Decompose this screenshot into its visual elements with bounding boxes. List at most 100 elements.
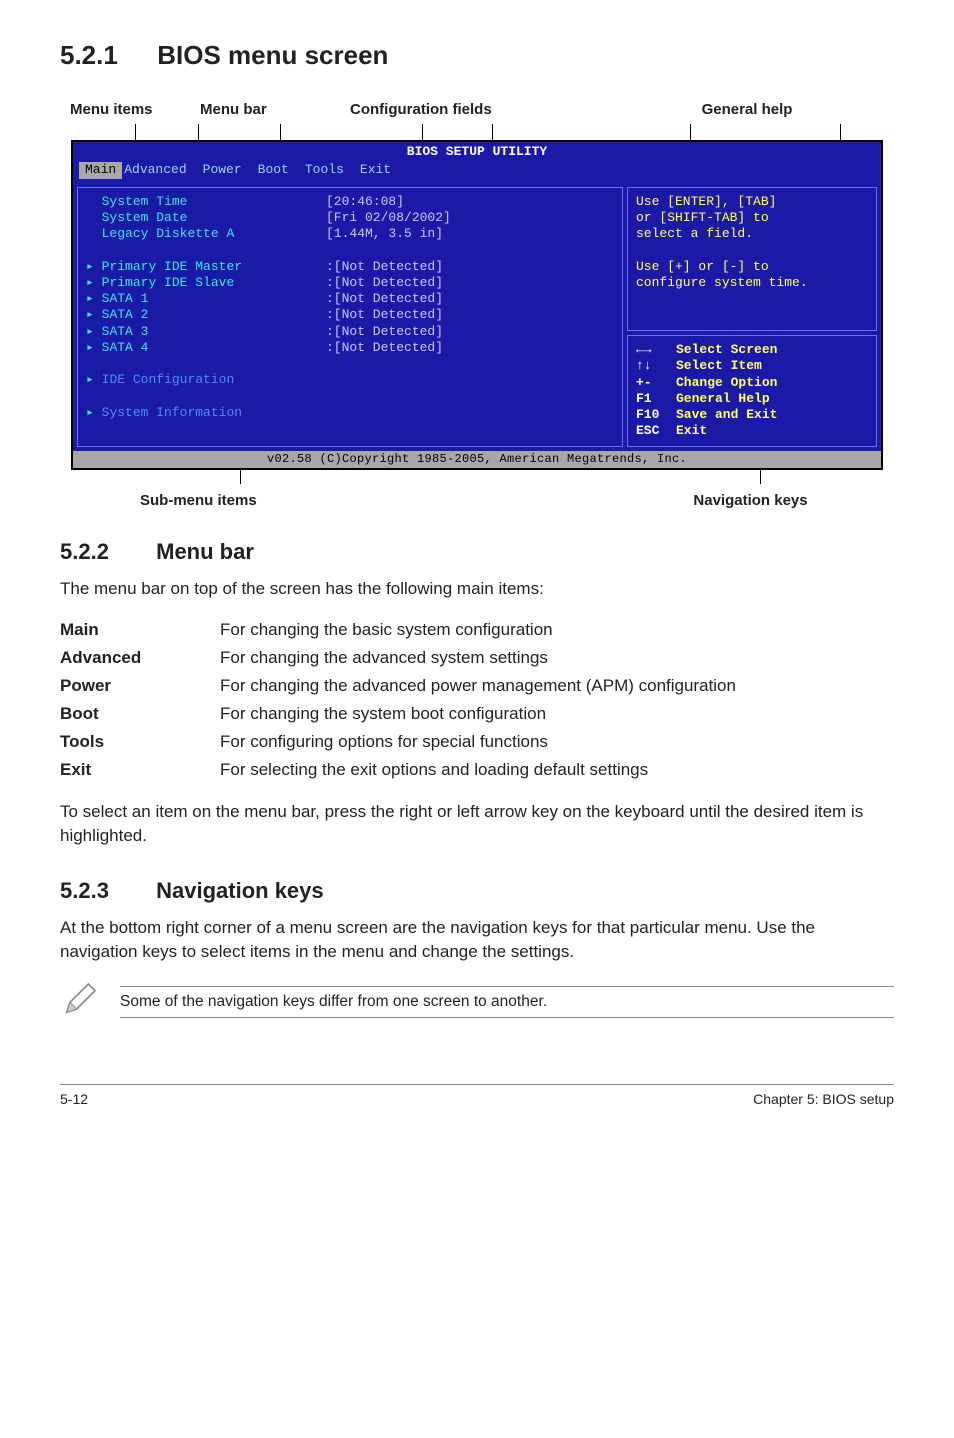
bios-item: ▸ SATA 4 bbox=[86, 340, 326, 356]
bios-menubar: MainAdvancedPowerBootToolsExit bbox=[73, 162, 881, 182]
bios-item: ▸ SATA 3 bbox=[86, 324, 326, 340]
bios-value: :[Not Detected] bbox=[326, 275, 614, 291]
bios-item: ▸ System Information bbox=[86, 405, 326, 421]
heading-522-title: Menu bar bbox=[156, 539, 254, 564]
menu-desc: For changing the advanced power manageme… bbox=[220, 672, 736, 700]
bios-nav-row: ←→Select Screen bbox=[636, 342, 868, 358]
bios-value bbox=[326, 405, 614, 421]
bios-nav-text: Exit bbox=[676, 423, 707, 439]
heading-521-title: BIOS menu screen bbox=[157, 40, 388, 70]
footer-chapter: Chapter 5: BIOS setup bbox=[753, 1091, 894, 1107]
bios-nav-key: ESC bbox=[636, 423, 676, 439]
menu-name: Boot bbox=[60, 700, 220, 728]
bios-title: BIOS SETUP UTILITY bbox=[73, 142, 881, 162]
note-text: Some of the navigation keys differ from … bbox=[120, 986, 894, 1018]
bios-help-line: or [SHIFT-TAB] to bbox=[636, 210, 868, 226]
bios-nav-key: ←→ bbox=[636, 342, 676, 358]
menu-name: Exit bbox=[60, 756, 220, 784]
menu-desc: For changing the advanced system setting… bbox=[220, 644, 736, 672]
menu-desc: For changing the system boot configurati… bbox=[220, 700, 736, 728]
bios-nav-text: Save and Exit bbox=[676, 407, 777, 423]
bios-tab-main: Main bbox=[79, 162, 122, 178]
menu-desc: For changing the basic system configurat… bbox=[220, 616, 736, 644]
page-footer: 5-12 Chapter 5: BIOS setup bbox=[60, 1084, 894, 1107]
label-submenu-items: Sub-menu items bbox=[80, 492, 477, 509]
bios-screenshot: BIOS SETUP UTILITY MainAdvancedPowerBoot… bbox=[71, 140, 883, 470]
bios-nav-key: F10 bbox=[636, 407, 676, 423]
bios-nav-text: Change Option bbox=[676, 375, 777, 391]
table-row: PowerFor changing the advanced power man… bbox=[60, 672, 736, 700]
bios-value bbox=[326, 372, 614, 388]
bios-value: :[Not Detected] bbox=[326, 291, 614, 307]
bios-nav-row: ESCExit bbox=[636, 423, 868, 439]
bios-item: ▸ Primary IDE Slave bbox=[86, 275, 326, 291]
bios-value: :[Not Detected] bbox=[326, 324, 614, 340]
bios-item bbox=[86, 389, 326, 405]
table-row: MainFor changing the basic system config… bbox=[60, 616, 736, 644]
bios-item: Legacy Diskette A bbox=[86, 226, 326, 242]
bios-nav-panel: ←→Select Screen↑↓Select Item+-Change Opt… bbox=[627, 335, 877, 447]
heading-521: 5.2.1 BIOS menu screen bbox=[60, 40, 894, 71]
bios-item: ▸ SATA 1 bbox=[86, 291, 326, 307]
menu-name: Advanced bbox=[60, 644, 220, 672]
bios-nav-key: F1 bbox=[636, 391, 676, 407]
bios-nav-row: F1General Help bbox=[636, 391, 868, 407]
bios-item bbox=[86, 356, 326, 372]
bios-value: [Fri 02/08/2002] bbox=[326, 210, 614, 226]
bios-value bbox=[326, 242, 614, 258]
table-row: AdvancedFor changing the advanced system… bbox=[60, 644, 736, 672]
bios-value: :[Not Detected] bbox=[326, 307, 614, 323]
menu-desc: For configuring options for special func… bbox=[220, 728, 736, 756]
menu-desc: For selecting the exit options and loadi… bbox=[220, 756, 736, 784]
bios-help-line: select a field. bbox=[636, 226, 868, 242]
bios-value: [20:46:08] bbox=[326, 194, 614, 210]
s523-body: At the bottom right corner of a menu scr… bbox=[60, 916, 894, 964]
heading-522: 5.2.2 Menu bar bbox=[60, 539, 894, 565]
diagram-ticks-bottom bbox=[60, 470, 894, 484]
note: Some of the navigation keys differ from … bbox=[60, 979, 894, 1024]
bios-help-line: Use [+] or [-] to bbox=[636, 259, 868, 275]
heading-523-num: 5.2.3 bbox=[60, 878, 150, 904]
bios-help-line: Use [ENTER], [TAB] bbox=[636, 194, 868, 210]
label-menu-bar: Menu bar bbox=[200, 101, 350, 118]
s522-intro: The menu bar on top of the screen has th… bbox=[60, 577, 894, 601]
bios-tab-tools: Tools bbox=[303, 162, 358, 178]
bios-item bbox=[86, 242, 326, 258]
bios-nav-row: ↑↓Select Item bbox=[636, 358, 868, 374]
bios-nav-key: +- bbox=[636, 375, 676, 391]
bios-help-line bbox=[636, 242, 868, 258]
heading-522-num: 5.2.2 bbox=[60, 539, 150, 565]
diagram-ticks-top bbox=[60, 124, 894, 140]
label-menu-items: Menu items bbox=[70, 101, 200, 118]
menu-name: Power bbox=[60, 672, 220, 700]
label-navigation-keys: Navigation keys bbox=[477, 492, 874, 509]
bios-tab-exit: Exit bbox=[358, 162, 405, 178]
bios-value: :[Not Detected] bbox=[326, 340, 614, 356]
bios-nav-key: ↑↓ bbox=[636, 358, 676, 374]
s522-outro: To select an item on the menu bar, press… bbox=[60, 800, 894, 848]
bios-item: System Time bbox=[86, 194, 326, 210]
bios-nav-text: General Help bbox=[676, 391, 770, 407]
bios-copyright: v02.58 (C)Copyright 1985-2005, American … bbox=[73, 451, 881, 468]
bios-tab-power: Power bbox=[201, 162, 256, 178]
heading-523-title: Navigation keys bbox=[156, 878, 324, 903]
bios-value: [1.44M, 3.5 in] bbox=[326, 226, 614, 242]
diagram-top-labels: Menu items Menu bar Configuration fields… bbox=[60, 101, 894, 118]
menu-name: Tools bbox=[60, 728, 220, 756]
bios-tab-advanced: Advanced bbox=[122, 162, 200, 178]
bios-tab-boot: Boot bbox=[256, 162, 303, 178]
bios-item: ▸ SATA 2 bbox=[86, 307, 326, 323]
label-config-fields: Configuration fields bbox=[350, 101, 610, 118]
menu-bar-table: MainFor changing the basic system config… bbox=[60, 616, 736, 784]
pencil-icon bbox=[60, 979, 100, 1024]
bios-value: :[Not Detected] bbox=[326, 259, 614, 275]
bios-main-panel: System Time System Date Legacy Diskette … bbox=[77, 187, 623, 447]
bios-help-line: configure system time. bbox=[636, 275, 868, 291]
diagram-bottom-labels: Sub-menu items Navigation keys bbox=[60, 492, 894, 509]
table-row: BootFor changing the system boot configu… bbox=[60, 700, 736, 728]
heading-523: 5.2.3 Navigation keys bbox=[60, 878, 894, 904]
menu-name: Main bbox=[60, 616, 220, 644]
bios-nav-text: Select Item bbox=[676, 358, 762, 374]
bios-value bbox=[326, 356, 614, 372]
bios-item: ▸ Primary IDE Master bbox=[86, 259, 326, 275]
